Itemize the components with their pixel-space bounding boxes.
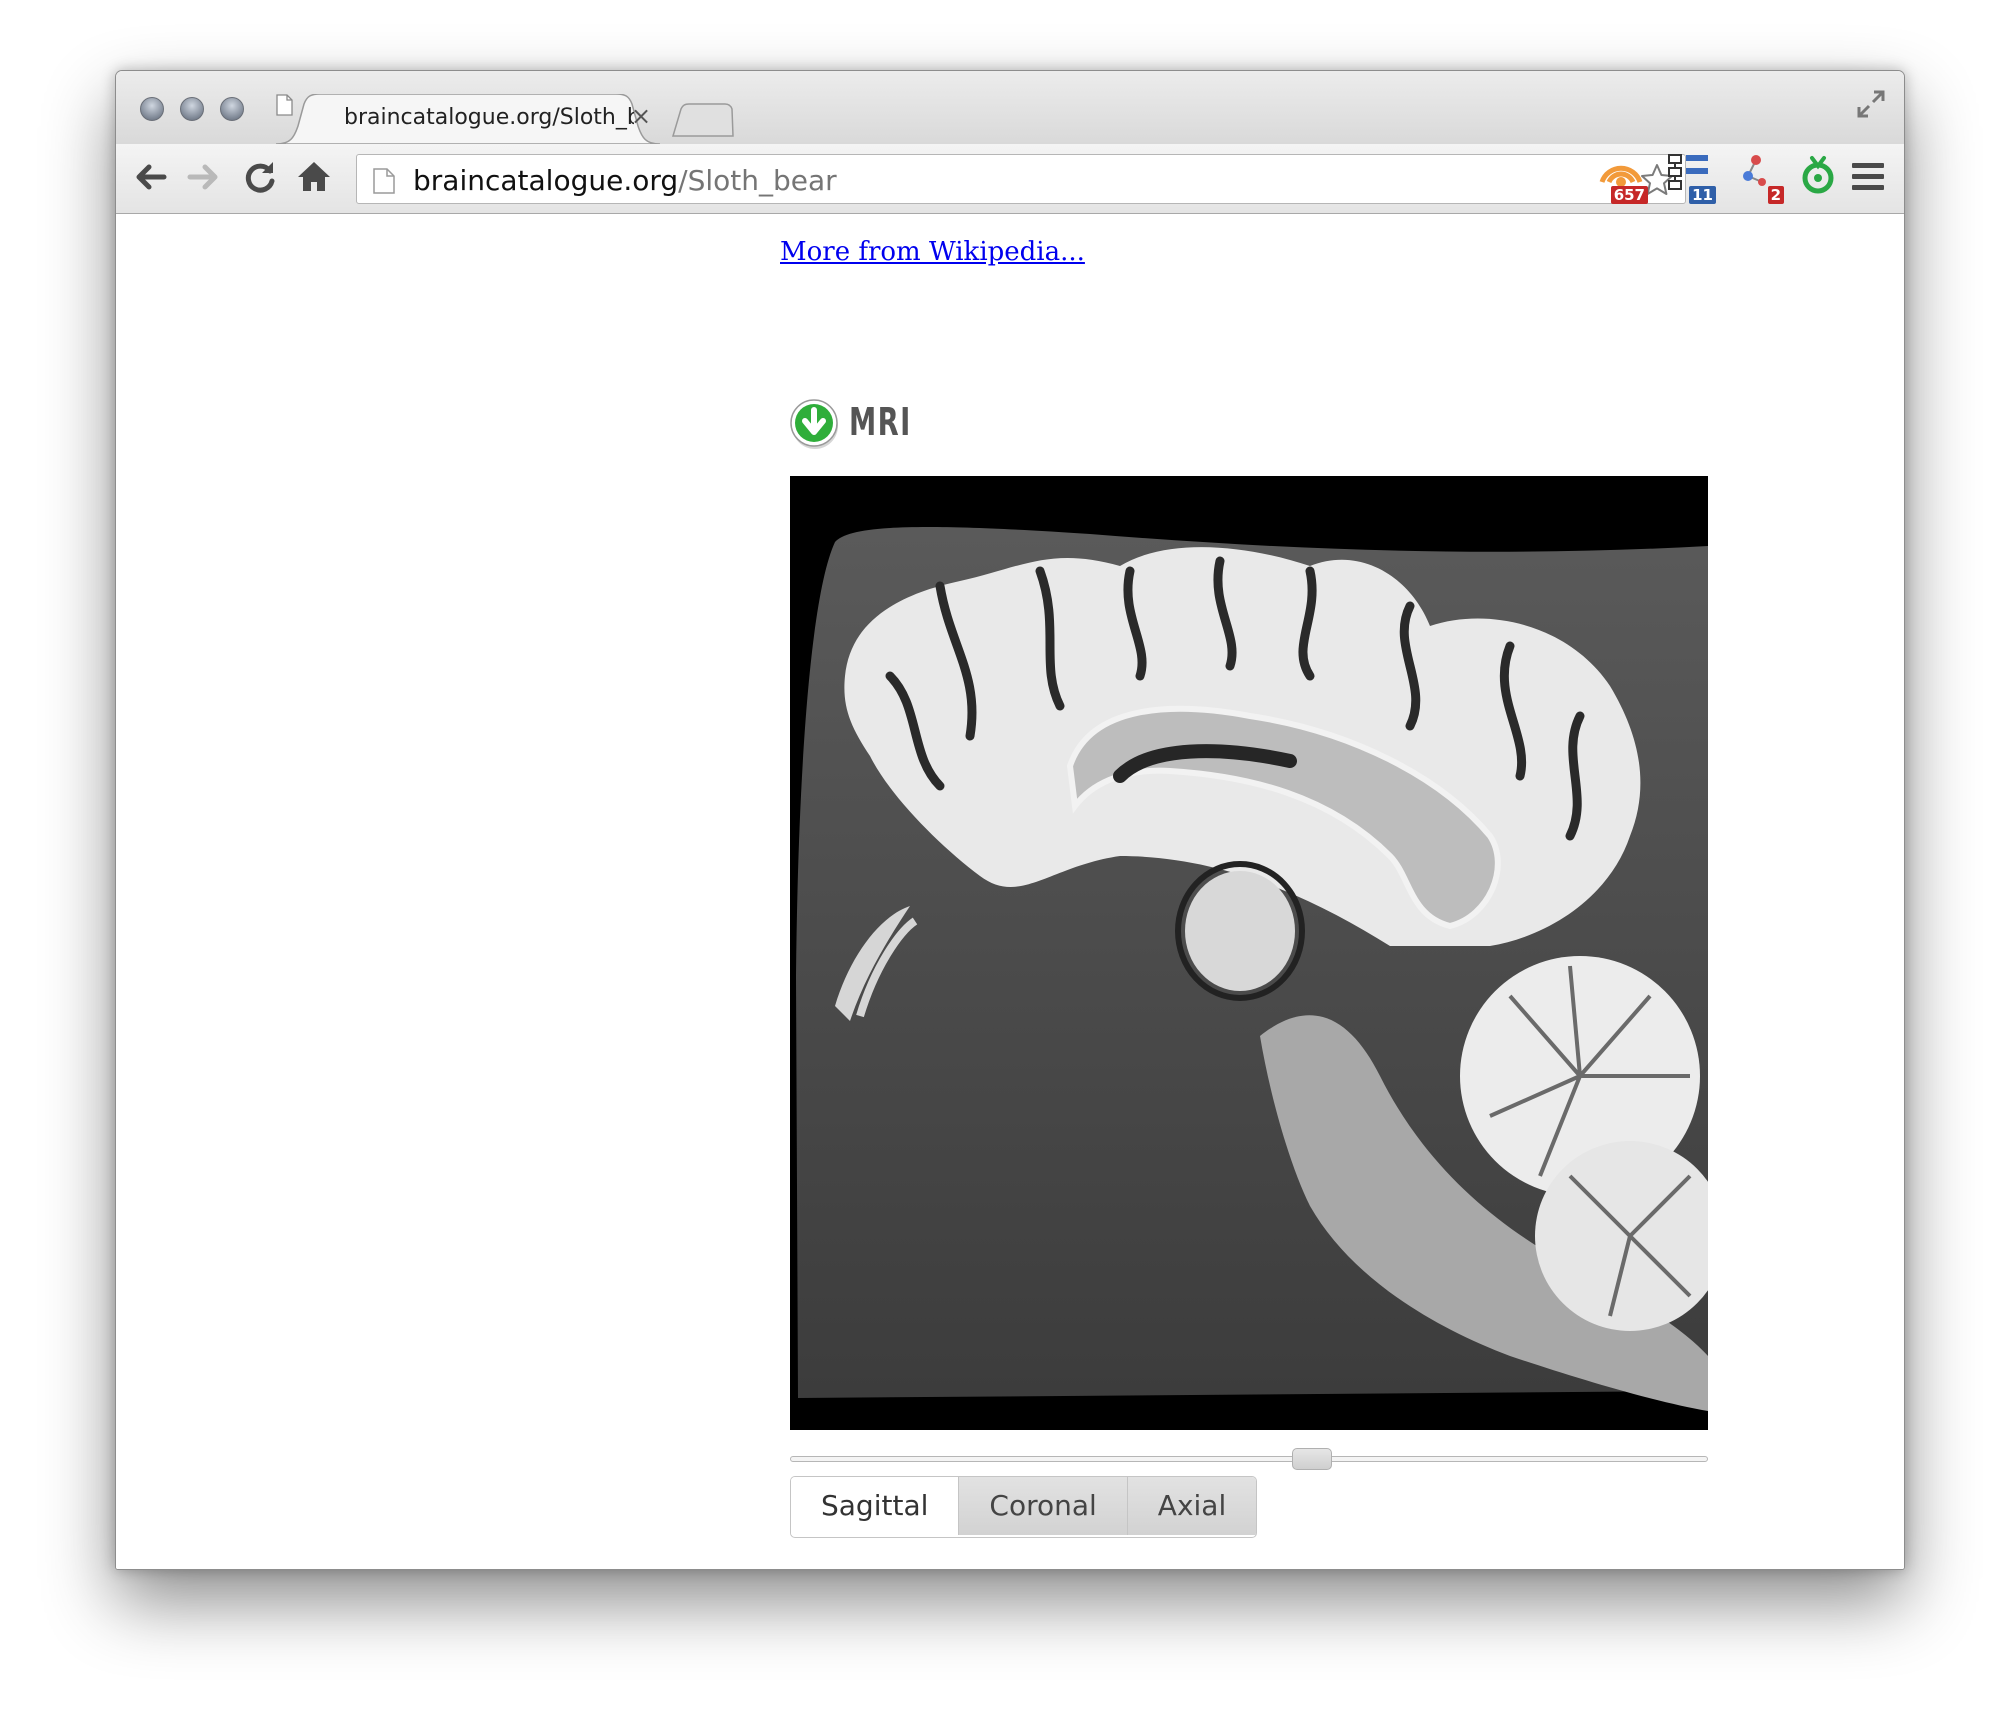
- title-bar: braincatalogue.org/Sloth_b ×: [116, 71, 1904, 144]
- slider-handle[interactable]: [1292, 1448, 1332, 1470]
- rss-badge: 657: [1610, 186, 1648, 204]
- new-tab-button[interactable]: [671, 103, 735, 137]
- menu-icon[interactable]: [1852, 163, 1884, 193]
- mri-title: MRI: [849, 400, 912, 444]
- back-arrow-icon[interactable]: [130, 157, 170, 197]
- tree-extension-button[interactable]: 11: [1666, 152, 1716, 204]
- green-extension-button[interactable]: [1798, 152, 1838, 204]
- reload-icon[interactable]: [240, 157, 280, 197]
- browser-tab[interactable]: braincatalogue.org/Sloth_b ×: [276, 94, 660, 144]
- brain-mri-image: [790, 476, 1708, 1430]
- page-content: More from Wikipedia... MRI Sagittal Coro…: [116, 214, 1904, 1569]
- tab-close-icon[interactable]: ×: [631, 102, 651, 130]
- tab-title: braincatalogue.org/Sloth_b: [344, 105, 634, 130]
- sagittal-button[interactable]: Sagittal: [791, 1477, 959, 1535]
- browser-toolbar: braincatalogue.org/Sloth_bear 657 11 2: [116, 144, 1904, 214]
- forward-arrow-icon[interactable]: [184, 157, 224, 197]
- slice-slider[interactable]: [790, 1444, 1708, 1474]
- molecule-extension-button[interactable]: 2: [1734, 152, 1784, 204]
- url-path: /Sloth_bear: [678, 164, 837, 197]
- download-icon[interactable]: [789, 398, 841, 450]
- minimize-window-button[interactable]: [180, 97, 204, 121]
- coronal-button[interactable]: Coronal: [958, 1477, 1127, 1535]
- mri-image-viewer[interactable]: [790, 476, 1708, 1430]
- fullscreen-icon[interactable]: [1856, 89, 1886, 119]
- green-extension-icon: [1802, 156, 1834, 194]
- page-icon: [373, 168, 395, 194]
- address-bar[interactable]: braincatalogue.org/Sloth_bear: [356, 154, 1686, 204]
- tree-badge: 11: [1689, 186, 1716, 204]
- url-host: braincatalogue.org: [413, 164, 679, 197]
- url-text[interactable]: braincatalogue.org/Sloth_bear: [413, 164, 837, 197]
- home-icon[interactable]: [294, 157, 334, 197]
- slider-track[interactable]: [790, 1456, 1708, 1462]
- view-selector: Sagittal Coronal Axial: [790, 1476, 1258, 1538]
- browser-window: braincatalogue.org/Sloth_b × braincatalo…: [115, 70, 1905, 1570]
- rss-extension-button[interactable]: 657: [1598, 152, 1648, 204]
- close-window-button[interactable]: [140, 97, 164, 121]
- axial-button[interactable]: Axial: [1126, 1477, 1257, 1535]
- molecule-badge: 2: [1767, 186, 1784, 204]
- page-icon: [276, 94, 293, 116]
- more-from-wikipedia-link[interactable]: More from Wikipedia...: [780, 237, 1085, 267]
- zoom-window-button[interactable]: [220, 97, 244, 121]
